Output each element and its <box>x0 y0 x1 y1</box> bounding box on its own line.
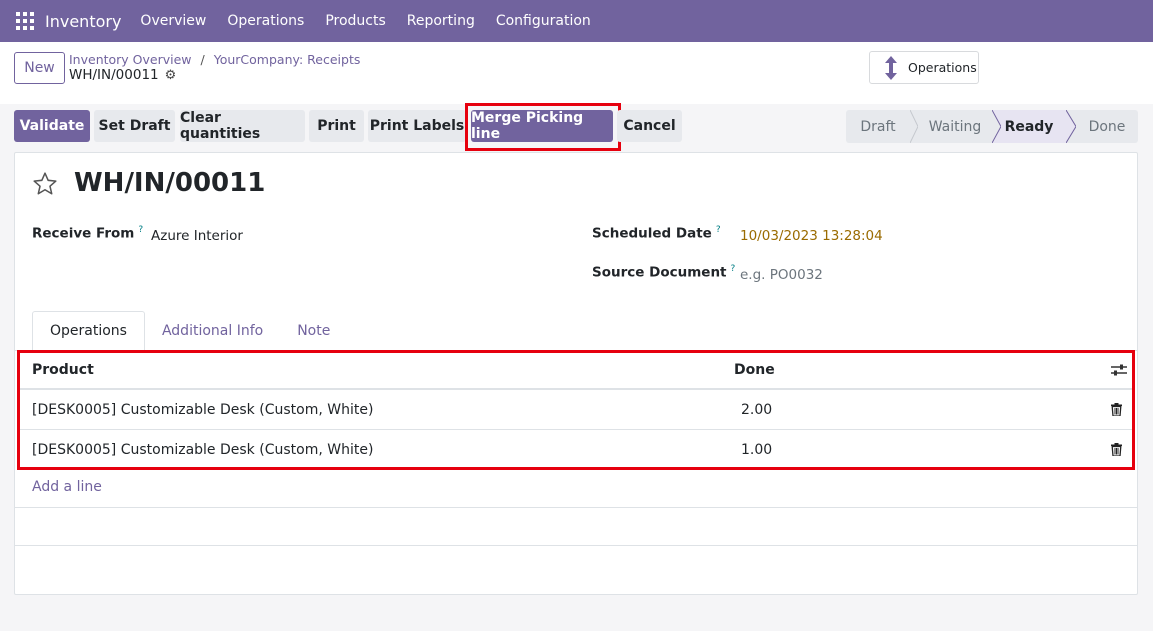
source-document-field[interactable]: e.g. PO0032 <box>740 267 823 283</box>
receive-from-label: Receive From? <box>32 225 143 242</box>
validate-button[interactable]: Validate <box>14 110 90 142</box>
stage-waiting[interactable]: Waiting <box>918 110 992 143</box>
scheduled-date-field[interactable]: 10/03/2023 13:28:04 <box>740 228 883 244</box>
status-bar: Draft Waiting Ready Done <box>846 110 1138 143</box>
source-document-label-text: Source Document <box>592 264 727 281</box>
stage-ready-left-notch <box>992 110 1001 143</box>
empty-row-divider <box>15 545 1137 546</box>
clear-quantities-button[interactable]: Clear quantities <box>180 110 305 142</box>
receive-from-label-text: Receive From <box>32 225 135 242</box>
help-tooltip-icon[interactable]: ? <box>716 225 721 235</box>
operations-smart-button[interactable]: Operations <box>869 51 979 84</box>
stage-draft-label: Draft <box>860 118 896 135</box>
top-navbar: Inventory Overview Operations Products R… <box>0 0 1153 42</box>
record-title: WH/IN/00011 <box>74 168 266 198</box>
set-draft-button[interactable]: Set Draft <box>94 110 175 142</box>
receive-from-field[interactable]: Azure Interior <box>151 228 243 244</box>
empty-row-divider <box>15 507 1137 508</box>
scheduled-date-label-text: Scheduled Date <box>592 225 712 242</box>
stage-separator <box>910 110 918 143</box>
menu-reporting[interactable]: Reporting <box>407 13 475 29</box>
stage-done-label: Done <box>1088 118 1126 135</box>
notebook-tabs: Operations Additional Info Note <box>32 311 347 351</box>
breadcrumb-receipts[interactable]: YourCompany: Receipts <box>214 52 361 67</box>
stage-ready-label: Ready <box>1004 118 1054 135</box>
stage-waiting-label: Waiting <box>928 118 982 135</box>
menu-overview[interactable]: Overview <box>140 13 206 29</box>
stage-done[interactable]: Done <box>1076 110 1138 143</box>
highlight-box-table <box>17 350 1135 470</box>
menu-configuration[interactable]: Configuration <box>496 13 591 29</box>
operations-smart-button-label: Operations <box>908 60 977 75</box>
tab-operations[interactable]: Operations <box>32 311 145 351</box>
help-tooltip-icon[interactable]: ? <box>138 225 143 235</box>
print-labels-button[interactable]: Print Labels <box>368 110 466 142</box>
menu-operations[interactable]: Operations <box>227 13 304 29</box>
apps-grid-icon[interactable] <box>16 12 34 30</box>
new-button[interactable]: New <box>14 52 65 84</box>
print-button[interactable]: Print <box>309 110 364 142</box>
menu-products[interactable]: Products <box>325 13 385 29</box>
cancel-button[interactable]: Cancel <box>617 110 682 142</box>
tab-note[interactable]: Note <box>280 311 347 351</box>
source-document-label: Source Document? <box>592 264 735 281</box>
breadcrumb: Inventory Overview / YourCompany: Receip… <box>69 52 360 67</box>
breadcrumb-inventory-overview[interactable]: Inventory Overview <box>69 52 192 67</box>
breadcrumb-separator: / <box>200 52 205 67</box>
help-tooltip-icon[interactable]: ? <box>731 264 736 274</box>
record-name-label: WH/IN/00011 <box>69 67 159 83</box>
record-name: WH/IN/00011 ⚙ <box>69 67 176 83</box>
stage-ready[interactable]: Ready <box>992 110 1066 143</box>
action-bar: Validate Set Draft Clear quantities Prin… <box>0 103 1153 151</box>
add-line-link[interactable]: Add a line <box>32 479 102 495</box>
stage-draft[interactable]: Draft <box>846 110 910 143</box>
tab-additional-info[interactable]: Additional Info <box>145 311 280 351</box>
stage-ready-arrow <box>1066 110 1076 143</box>
highlight-box-merge-button <box>465 103 621 151</box>
scheduled-date-label: Scheduled Date? <box>592 225 721 242</box>
form-sheet: WH/IN/00011 Receive From? Azure Interior… <box>14 152 1138 595</box>
up-down-arrows-icon <box>880 55 902 80</box>
gear-icon[interactable]: ⚙ <box>165 68 177 83</box>
control-panel: New Inventory Overview / YourCompany: Re… <box>0 42 1153 104</box>
star-icon[interactable] <box>32 171 58 201</box>
app-brand[interactable]: Inventory <box>45 12 121 31</box>
